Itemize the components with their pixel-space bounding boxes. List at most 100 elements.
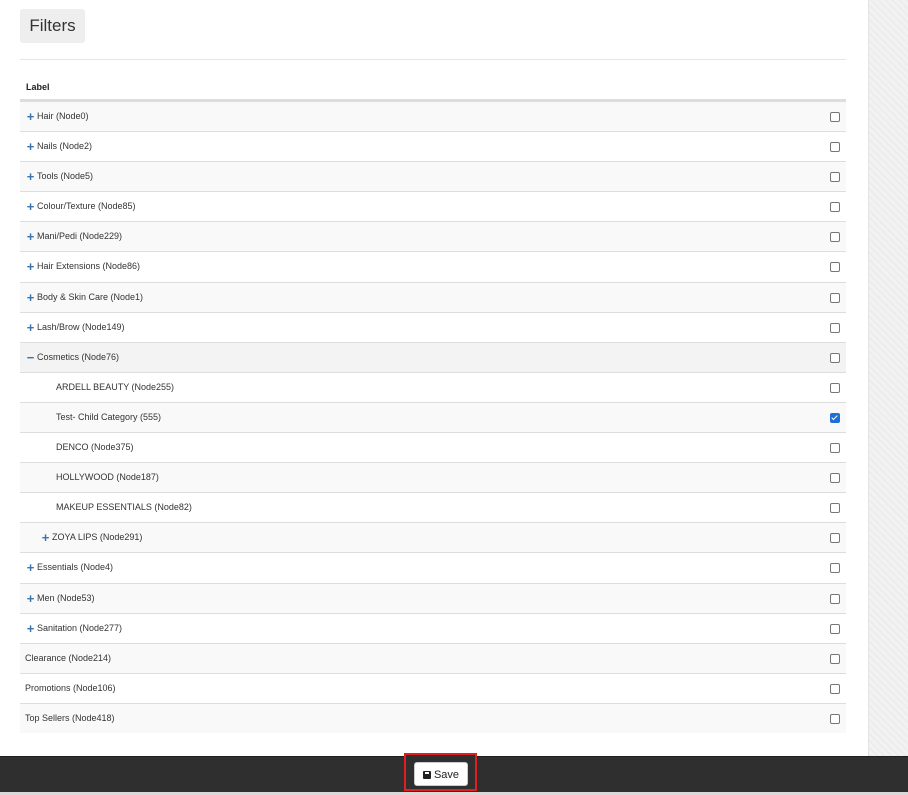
row-checkbox[interactable] — [830, 352, 840, 363]
table-row: Promotions (Node106) — [20, 672, 846, 703]
column-header-label: Label — [20, 71, 846, 101]
row-label: + Hair (Node0) — [25, 102, 89, 131]
row-label: + Essentials (Node4) — [25, 553, 113, 582]
row-label: + Colour/Texture (Node85) — [25, 192, 136, 221]
row-checkbox[interactable] — [830, 412, 840, 423]
row-label-text: Lash/Brow (Node149) — [37, 321, 125, 332]
row-label-text: Sanitation (Node277) — [37, 622, 123, 633]
table-row: + Hair Extensions (Node86) — [20, 251, 846, 281]
row-label-text: Mani/Pedi (Node229) — [37, 231, 123, 242]
table-row: HOLLYWOOD (Node187) — [20, 462, 846, 493]
row-label-text: ZOYA LIPS (Node291) — [52, 532, 143, 543]
row-label-text: Top Sellers (Node418) — [25, 712, 115, 723]
expand-icon[interactable]: + — [25, 252, 36, 281]
table-row: + Essentials (Node4) — [20, 552, 846, 582]
row-checkbox[interactable] — [830, 563, 840, 574]
row-label-text: Promotions (Node106) — [25, 682, 116, 693]
row-label-text: Men (Node53) — [37, 592, 95, 603]
floppy-disk-icon — [422, 771, 431, 779]
table-row: + Mani/Pedi (Node229) — [20, 221, 846, 252]
row-label: + Mani/Pedi (Node229) — [25, 222, 122, 251]
expand-icon[interactable]: + — [25, 553, 36, 582]
row-checkbox[interactable] — [830, 262, 840, 273]
row-label: DENCO (Node375) — [56, 433, 134, 462]
row-label: MAKEUP ESSENTIALS (Node82) — [56, 493, 192, 522]
row-label: − Cosmetics (Node76) — [25, 343, 119, 372]
background-texture — [868, 0, 908, 756]
page-title: Filters — [20, 9, 85, 43]
row-checkbox[interactable] — [830, 232, 840, 243]
row-label: Clearance (Node214) — [25, 644, 111, 673]
row-checkbox[interactable] — [830, 382, 840, 393]
table-row: + ZOYA LIPS (Node291) — [20, 522, 846, 553]
save-button[interactable]: Save — [414, 762, 468, 786]
row-label-text: ARDELL BEAUTY (Node255) — [56, 381, 175, 392]
expand-icon[interactable]: + — [25, 102, 36, 131]
row-checkbox[interactable] — [830, 172, 840, 183]
expand-icon[interactable]: + — [40, 523, 51, 552]
row-label: + Men (Node53) — [25, 584, 95, 613]
table-row: − Cosmetics (Node76) — [20, 341, 846, 372]
row-label: + Tools (Node5) — [25, 162, 93, 191]
row-label: Test- Child Category (555) — [56, 403, 161, 432]
row-label-text: MAKEUP ESSENTIALS (Node82) — [56, 502, 192, 513]
expand-icon[interactable]: + — [25, 162, 36, 191]
expand-icon[interactable]: + — [25, 222, 36, 251]
row-label: Top Sellers (Node418) — [25, 704, 115, 733]
expand-icon[interactable]: + — [25, 132, 36, 161]
row-checkbox[interactable] — [830, 443, 840, 454]
row-checkbox[interactable] — [830, 112, 840, 122]
row-label-text: Hair Extensions (Node86) — [37, 261, 141, 272]
expand-icon[interactable]: + — [25, 192, 36, 221]
row-checkbox[interactable] — [830, 623, 840, 634]
divider — [20, 59, 846, 60]
expand-icon[interactable]: + — [25, 283, 36, 312]
row-label-text: Test- Child Category (555) — [56, 411, 162, 422]
row-checkbox[interactable] — [830, 292, 840, 303]
row-label: + Lash/Brow (Node149) — [25, 313, 125, 342]
row-label-text: DENCO (Node375) — [56, 442, 134, 453]
row-checkbox[interactable] — [830, 683, 840, 694]
row-label-text: Tools (Node5) — [37, 171, 94, 182]
row-checkbox[interactable] — [830, 593, 840, 604]
table-row: + Men (Node53) — [20, 582, 846, 613]
row-label-text: Nails (Node2) — [37, 141, 93, 152]
table-row: Test- Child Category (555) — [20, 401, 846, 433]
expand-icon[interactable]: + — [25, 313, 36, 342]
row-label: HOLLYWOOD (Node187) — [56, 463, 159, 492]
row-checkbox[interactable] — [830, 473, 840, 484]
table-row: ARDELL BEAUTY (Node255) — [20, 371, 846, 402]
row-label-text: HOLLYWOOD (Node187) — [56, 472, 159, 483]
row-checkbox[interactable] — [830, 202, 840, 213]
table-row: + Tools (Node5) — [20, 161, 846, 192]
table-body: + Hair (Node0) + Nails (Node2) + Tools (Node5… — [20, 101, 846, 733]
row-checkbox[interactable] — [830, 322, 840, 333]
row-label-text: Essentials (Node4) — [37, 562, 114, 573]
table-row: DENCO (Node375) — [20, 432, 846, 462]
table-row: + Lash/Brow (Node149) — [20, 311, 846, 342]
table-row: + Body & Skin Care (Node1) — [20, 281, 846, 312]
expand-icon[interactable]: + — [25, 614, 36, 643]
table-row: + Hair (Node0) — [20, 101, 846, 132]
table-row: MAKEUP ESSENTIALS (Node82) — [20, 492, 846, 522]
row-checkbox[interactable] — [830, 533, 840, 544]
row-label: + Nails (Node2) — [25, 132, 92, 161]
table-row: Top Sellers (Node418) — [20, 702, 846, 733]
table-row: Clearance (Node214) — [20, 642, 846, 673]
collapse-icon[interactable]: − — [25, 343, 36, 372]
row-checkbox[interactable] — [830, 142, 840, 153]
row-label: + Body & Skin Care (Node1) — [25, 283, 143, 312]
row-checkbox[interactable] — [830, 653, 840, 664]
table-row: + Colour/Texture (Node85) — [20, 191, 846, 221]
row-label: Promotions (Node106) — [25, 674, 116, 703]
row-checkbox[interactable] — [830, 503, 840, 514]
table-row: + Nails (Node2) — [20, 131, 846, 161]
row-checkbox[interactable] — [830, 713, 840, 724]
row-label: + ZOYA LIPS (Node291) — [40, 523, 143, 552]
expand-icon[interactable]: + — [25, 584, 36, 613]
table-row: + Sanitation (Node277) — [20, 612, 846, 643]
row-label: + Hair Extensions (Node86) — [25, 252, 140, 281]
row-label: + Sanitation (Node277) — [25, 614, 122, 643]
row-label-text: Body & Skin Care (Node1) — [37, 291, 144, 302]
row-label-text: Colour/Texture (Node85) — [37, 201, 136, 212]
